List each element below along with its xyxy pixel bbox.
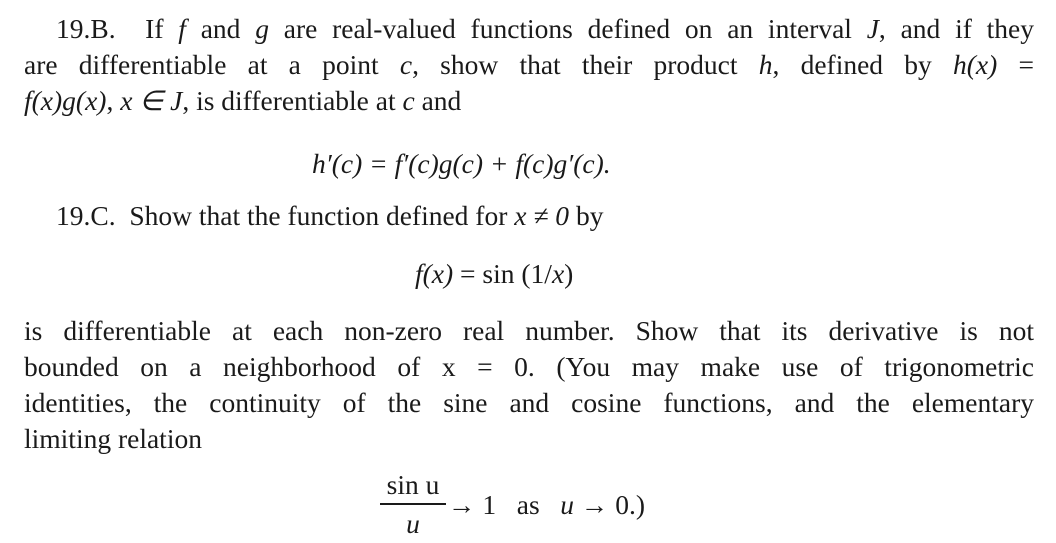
problem-19c-line-1: 19.C. Show that the function defined for…: [56, 200, 604, 231]
fraction-numerator: sin u: [386, 469, 440, 500]
problem-19b-line-2: are differentiable at a point c, show th…: [24, 49, 1035, 80]
problem-19c-para-line-1: is differentiable at each non-zero real …: [24, 315, 1034, 346]
problem-19b-line-3: f(x)g(x), x ∈ J, is differentiable at c …: [24, 85, 462, 116]
product-rule-equation: h′(c) = f′(c)g(c) + f(c)g′(c).: [312, 148, 611, 179]
limit-fraction: sin u u: [380, 466, 446, 542]
problem-19b-label: 19.B.: [56, 13, 116, 44]
fraction-denominator: u: [406, 508, 420, 539]
problem-19c-para-line-4: limiting relation: [24, 423, 202, 454]
limit-relation: → 1 as u → 0.): [448, 489, 646, 520]
problem-19c-para-line-3: identities, the continuity of the sine a…: [24, 387, 1034, 418]
sine-function-equation: f(x) = sin (1/x): [415, 258, 574, 289]
document-page: 19.B. If f and g are real-valued functio…: [0, 0, 1056, 543]
problem-19c-para-line-2: bounded on a neighborhood of x = 0. (You…: [24, 351, 1034, 382]
problem-19c-label: 19.C.: [56, 200, 116, 231]
problem-19b-line-1: 19.B. If f and g are real-valued functio…: [56, 13, 1034, 44]
